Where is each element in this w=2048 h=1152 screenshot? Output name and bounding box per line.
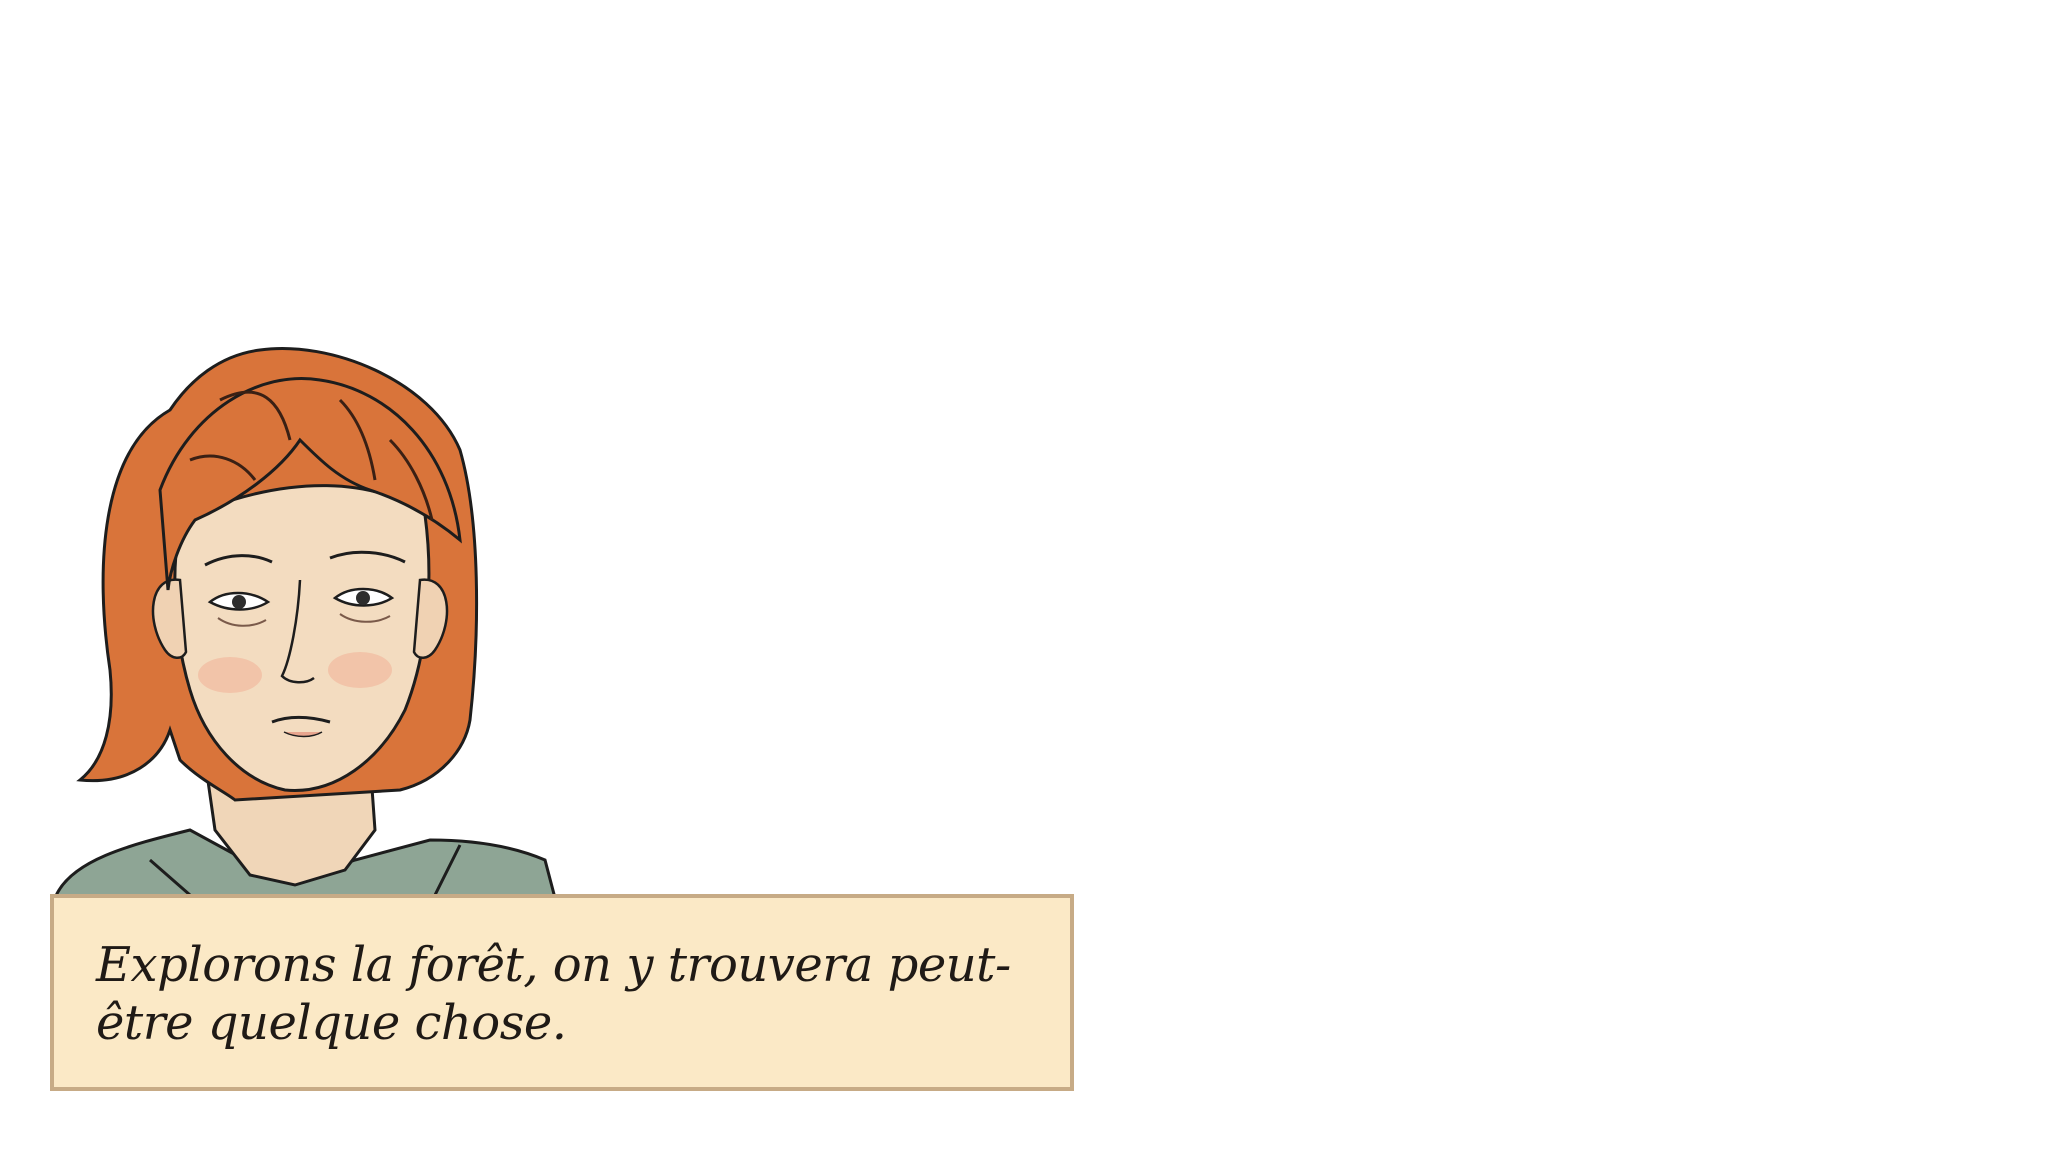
game-scene[interactable]: Explorons la forêt, on y trouvera peut-ê… <box>0 0 2048 1152</box>
character-portrait <box>52 347 557 900</box>
dialog-box[interactable]: Explorons la forêt, on y trouvera peut-ê… <box>50 894 1074 1091</box>
dialog-text: Explorons la forêt, on y trouvera peut-ê… <box>96 937 1011 1051</box>
